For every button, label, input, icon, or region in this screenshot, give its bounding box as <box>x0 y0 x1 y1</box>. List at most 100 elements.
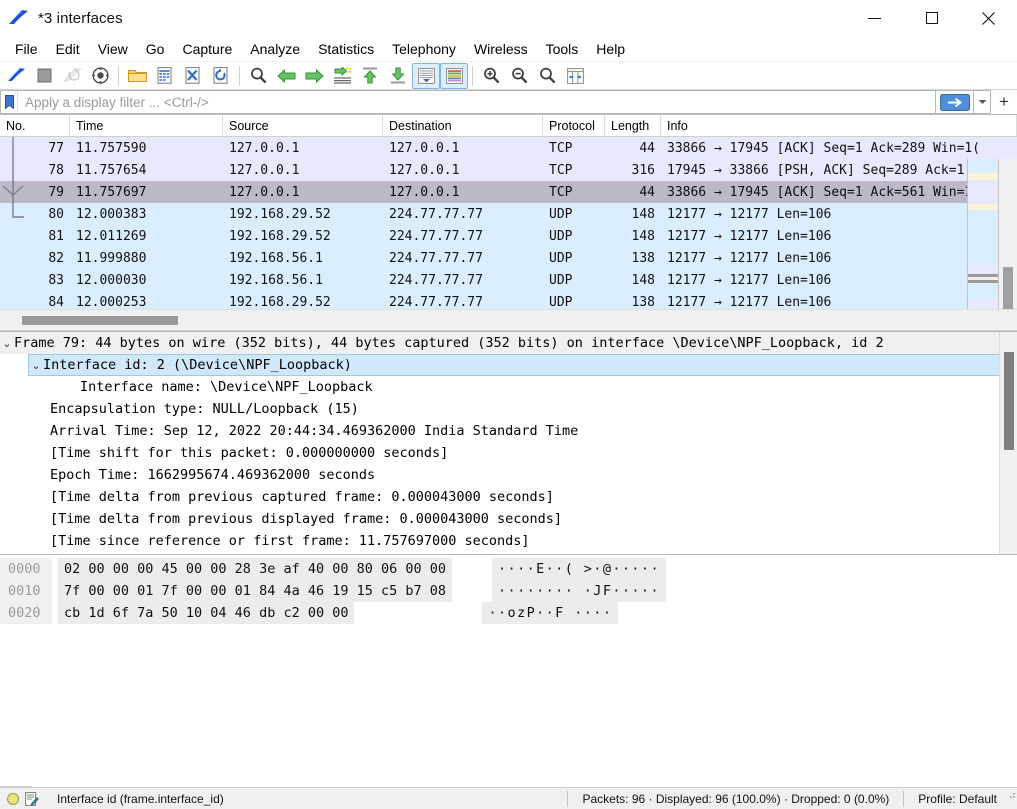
hex-row[interactable]: 0010 7f 00 00 01 7f 00 00 01 84 4a 46 19… <box>0 580 1017 602</box>
go-to-last-packet-icon[interactable] <box>384 63 412 89</box>
packet-list-rows: 77 11.757590 127.0.0.1 127.0.0.1 TCP 44 … <box>0 137 1017 309</box>
bookmark-icon[interactable] <box>0 90 17 114</box>
reload-file-icon[interactable] <box>207 63 235 89</box>
table-row[interactable]: 77 11.757590 127.0.0.1 127.0.0.1 TCP 44 … <box>0 137 1017 159</box>
cell-time: 12.000383 <box>76 206 147 222</box>
packet-list-horizontal-scrollbar[interactable] <box>0 309 1017 330</box>
hex-row[interactable]: 0020 cb 1d 6f 7a 50 10 04 46 db c2 00 00… <box>0 602 1017 624</box>
packet-list-vertical-scrollbar[interactable] <box>999 159 1017 309</box>
cell-length: 316 <box>631 162 655 178</box>
menu-view[interactable]: View <box>89 38 137 60</box>
chevron-down-icon[interactable]: ⌄ <box>0 337 14 350</box>
menu-file[interactable]: File <box>6 38 47 60</box>
scrollbar-thumb[interactable] <box>1003 267 1013 309</box>
menu-statistics[interactable]: Statistics <box>309 38 383 60</box>
menu-capture[interactable]: Capture <box>173 38 241 60</box>
go-to-first-packet-icon[interactable] <box>356 63 384 89</box>
packet-details-vertical-scrollbar[interactable] <box>999 332 1017 554</box>
detail-delta-captured[interactable]: [Time delta from previous captured frame… <box>0 486 1017 508</box>
packet-bytes-pane[interactable]: 0000 02 00 00 00 45 00 00 28 3e af 40 00… <box>0 555 1017 787</box>
zoom-reset-icon[interactable] <box>533 63 561 89</box>
zoom-out-icon[interactable] <box>505 63 533 89</box>
close-file-icon[interactable] <box>179 63 207 89</box>
menu-wireless[interactable]: Wireless <box>465 38 537 60</box>
scrollbar-thumb[interactable] <box>1004 352 1014 450</box>
minimize-button[interactable] <box>846 0 903 36</box>
status-bar: Interface id (frame.interface_id) Packet… <box>0 787 1017 809</box>
detail-delta-captured-label: [Time delta from previous captured frame… <box>50 489 554 505</box>
capture-comment-icon[interactable] <box>25 791 39 806</box>
intelligent-scrollbar[interactable] <box>967 159 999 309</box>
column-header-destination[interactable]: Destination <box>383 115 543 136</box>
start-capture-icon[interactable] <box>2 63 30 89</box>
cell-destination: 224.77.77.77 <box>389 272 483 288</box>
detail-time-shift[interactable]: [Time shift for this packet: 0.000000000… <box>0 442 1017 464</box>
menu-analyze[interactable]: Analyze <box>241 38 309 60</box>
cell-time: 11.757590 <box>76 140 147 156</box>
add-filter-button[interactable]: + <box>991 90 1017 114</box>
resize-columns-icon[interactable] <box>561 63 589 89</box>
detail-encapsulation-type[interactable]: Encapsulation type: NULL/Loopback (15) <box>0 398 1017 420</box>
menu-edit[interactable]: Edit <box>47 38 89 60</box>
colorize-packets-icon[interactable] <box>440 62 468 89</box>
find-packet-icon[interactable] <box>244 63 272 89</box>
table-row[interactable]: 84 12.000253 192.168.29.52 224.77.77.77 … <box>0 291 1017 309</box>
cell-protocol: TCP <box>549 162 573 178</box>
hex-row[interactable]: 0000 02 00 00 00 45 00 00 28 3e af 40 00… <box>0 558 1017 580</box>
cell-destination: 127.0.0.1 <box>389 162 460 178</box>
cell-destination: 127.0.0.1 <box>389 140 460 156</box>
column-header-time[interactable]: Time <box>70 115 223 136</box>
chevron-down-icon[interactable] <box>973 90 991 114</box>
detail-interface-id[interactable]: ⌄ Interface id: 2 (\Device\NPF_Loopback) <box>28 354 1017 376</box>
auto-scroll-icon[interactable] <box>412 62 440 89</box>
hex-ascii: ········ ·JF····· <box>492 580 666 602</box>
close-button[interactable] <box>960 0 1017 36</box>
menu-telephony[interactable]: Telephony <box>383 38 465 60</box>
go-back-icon[interactable] <box>272 63 300 89</box>
detail-interface-name[interactable]: Interface name: \Device\NPF_Loopback <box>0 376 1017 398</box>
column-header-no[interactable]: No. <box>0 115 70 136</box>
cell-no: 80 <box>48 206 64 222</box>
restart-capture-icon[interactable] <box>58 63 86 89</box>
zoom-in-icon[interactable] <box>477 63 505 89</box>
column-header-protocol[interactable]: Protocol <box>543 115 605 136</box>
open-file-icon[interactable] <box>123 63 151 89</box>
column-header-length[interactable]: Length <box>605 115 661 136</box>
table-row[interactable]: 78 11.757654 127.0.0.1 127.0.0.1 TCP 316… <box>0 159 1017 181</box>
column-header-info[interactable]: Info <box>661 115 1017 136</box>
detail-arrival-time[interactable]: Arrival Time: Sep 12, 2022 20:44:34.4693… <box>0 420 1017 442</box>
menu-help[interactable]: Help <box>587 38 634 60</box>
table-row[interactable]: 80 12.000383 192.168.29.52 224.77.77.77 … <box>0 203 1017 225</box>
display-filter-input[interactable]: Apply a display filter ... <Ctrl-/> <box>17 90 935 114</box>
table-row[interactable]: 82 11.999880 192.168.56.1 224.77.77.77 U… <box>0 247 1017 269</box>
cell-source: 192.168.29.52 <box>229 294 331 310</box>
apply-filter-arrow-icon[interactable] <box>935 90 973 114</box>
cell-length: 44 <box>639 140 655 156</box>
detail-delta-displayed[interactable]: [Time delta from previous displayed fram… <box>0 508 1017 530</box>
packet-list-header: No. Time Source Destination Protocol Len… <box>0 115 1017 137</box>
scrollbar-thumb[interactable] <box>22 316 178 325</box>
menu-tools[interactable]: Tools <box>537 38 588 60</box>
table-row-selected[interactable]: 79 11.757697 127.0.0.1 127.0.0.1 TCP 44 … <box>0 181 1017 203</box>
column-header-source[interactable]: Source <box>223 115 383 136</box>
detail-time-since-reference[interactable]: [Time since reference or first frame: 11… <box>0 530 1017 552</box>
detail-epoch-time[interactable]: Epoch Time: 1662995674.469362000 seconds <box>0 464 1017 486</box>
go-to-packet-icon[interactable] <box>328 63 356 89</box>
menu-go[interactable]: Go <box>137 38 174 60</box>
table-row[interactable]: 81 12.011269 192.168.29.52 224.77.77.77 … <box>0 225 1017 247</box>
table-row[interactable]: 83 12.000030 192.168.56.1 224.77.77.77 U… <box>0 269 1017 291</box>
cell-destination: 224.77.77.77 <box>389 228 483 244</box>
capture-options-icon[interactable] <box>86 63 114 89</box>
stop-capture-icon[interactable] <box>30 63 58 89</box>
chevron-down-icon[interactable]: ⌄ <box>29 359 43 372</box>
hex-offset: 0020 <box>0 602 52 624</box>
status-profile[interactable]: Profile: Default <box>910 792 1005 806</box>
go-forward-icon[interactable] <box>300 63 328 89</box>
cell-destination: 127.0.0.1 <box>389 184 460 200</box>
detail-frame-root[interactable]: ⌄ Frame 79: 44 bytes on wire (352 bits),… <box>0 332 1017 354</box>
resize-grip-icon[interactable] <box>1005 788 1017 809</box>
save-file-icon[interactable] <box>151 63 179 89</box>
cell-no: 78 <box>48 162 64 178</box>
expert-info-circle-icon[interactable] <box>7 792 19 805</box>
maximize-button[interactable] <box>903 0 960 36</box>
